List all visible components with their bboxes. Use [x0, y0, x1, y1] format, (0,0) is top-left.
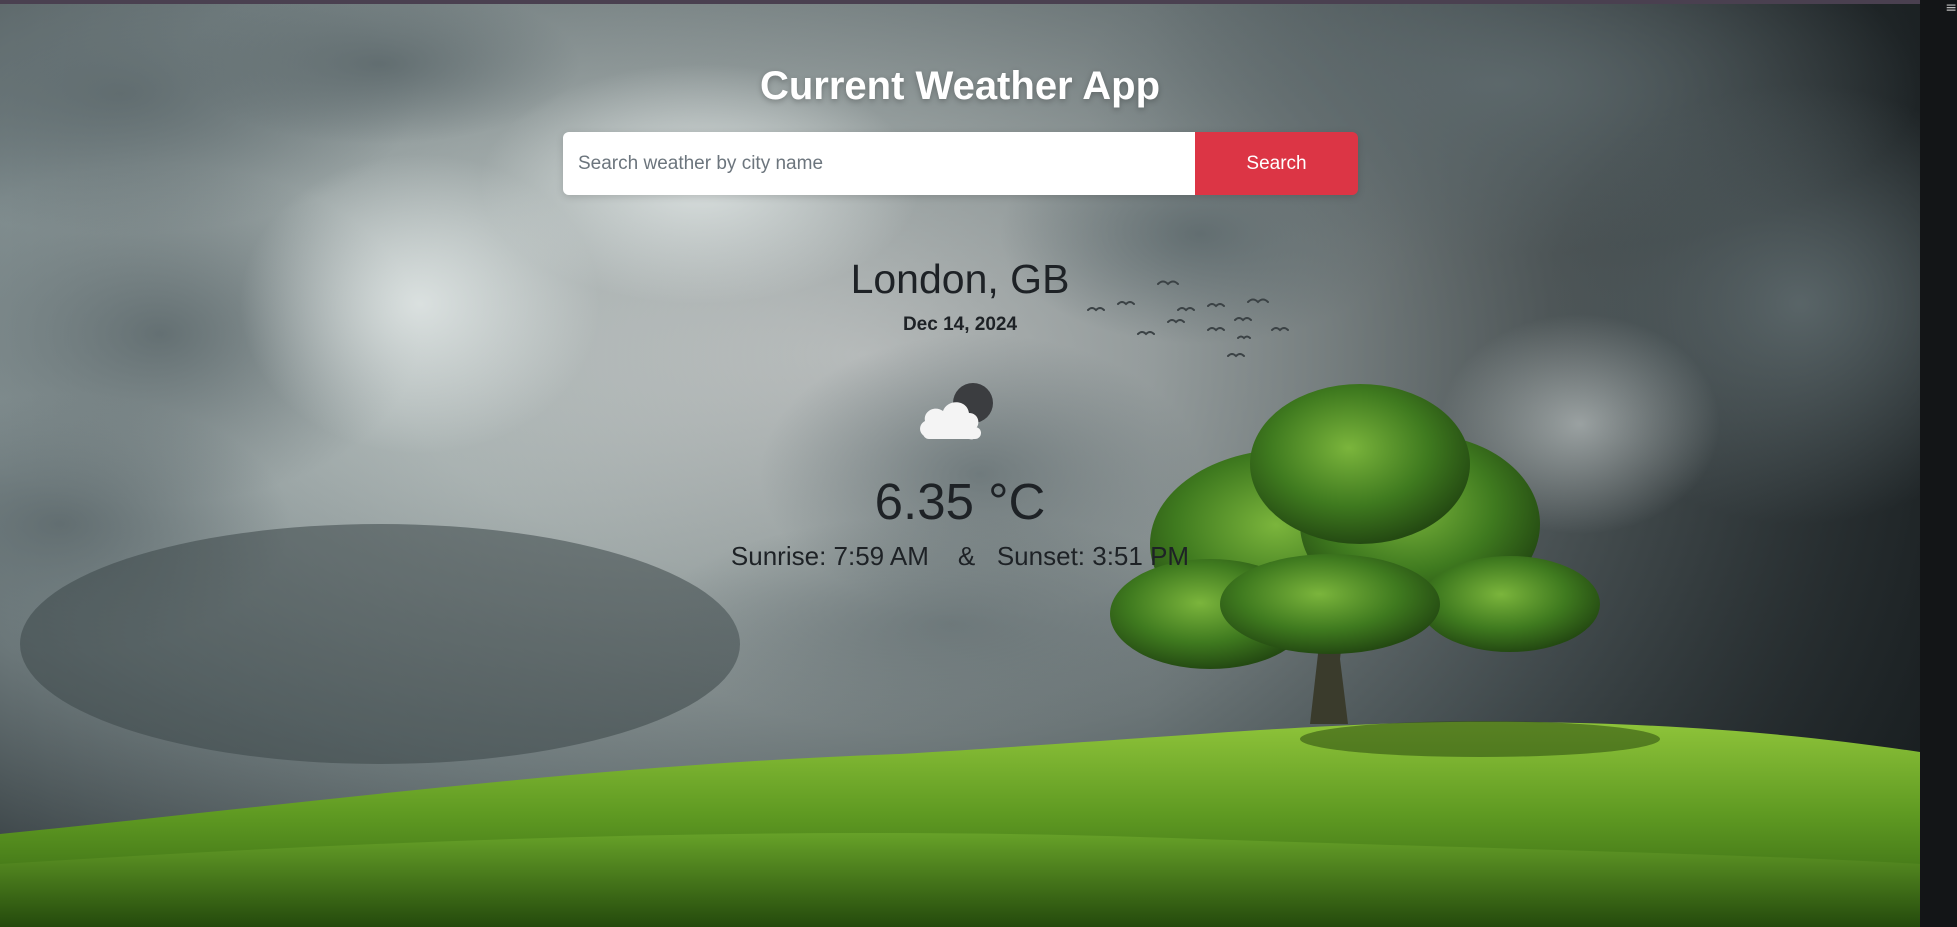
sunrise-text: Sunrise: 7:59 AM [730, 541, 929, 571]
location-name: London, GB [850, 256, 1070, 302]
search-button[interactable]: Search [1195, 132, 1358, 195]
sunset-text: Sunset: 3:51 PM [996, 541, 1190, 571]
temperature-reading: 6.35 °C [874, 473, 1046, 530]
browser-scrollbar-strip: ≡ [1920, 0, 1957, 927]
weather-content: Current Weather App Search London, GB De… [0, 0, 1920, 927]
search-input[interactable] [563, 132, 1195, 195]
page-title: Current Weather App [759, 64, 1161, 108]
weather-app-page: ≡ Current Weather App Search London, GB … [0, 0, 1957, 927]
weather-date: Dec 14, 2024 [902, 314, 1018, 335]
menu-icon[interactable]: ≡ [1945, 1, 1957, 15]
partly-cloudy-night-icon [920, 383, 993, 440]
sun-separator: & [957, 541, 976, 571]
sun-times: Sunrise: 7:59 AM & Sunset: 3:51 PM [0, 541, 1920, 572]
search-bar: Search [563, 132, 1358, 195]
